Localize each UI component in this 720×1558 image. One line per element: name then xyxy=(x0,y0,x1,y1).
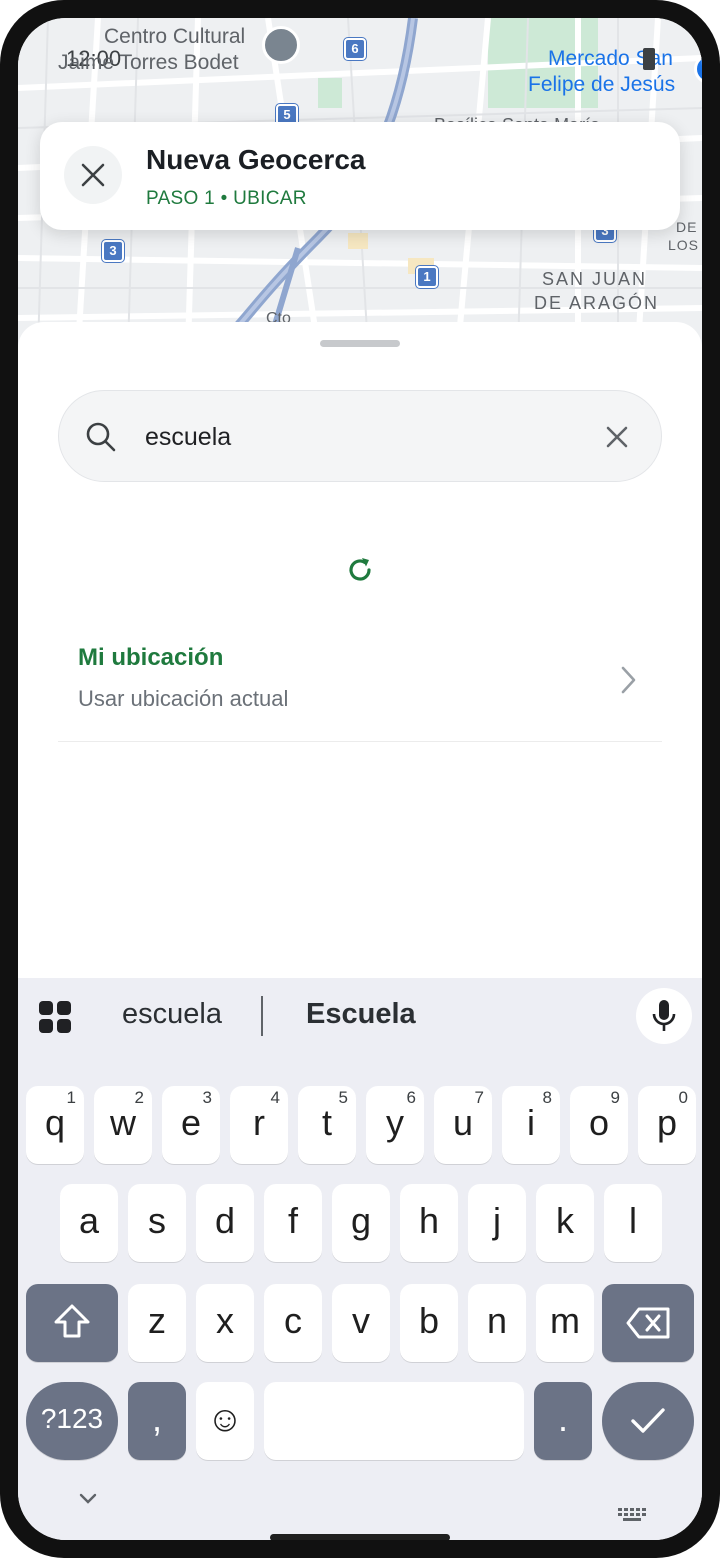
key-t[interactable]: t5 xyxy=(298,1086,356,1164)
key-hint: 4 xyxy=(270,1088,280,1107)
clear-search-button[interactable] xyxy=(599,419,635,455)
backspace-icon xyxy=(626,1307,670,1339)
suggestion-item[interactable]: Escuela xyxy=(306,998,416,1031)
key-hint: 2 xyxy=(134,1088,144,1107)
key-z[interactable]: z xyxy=(128,1284,186,1362)
key-b[interactable]: b xyxy=(400,1284,458,1362)
home-indicator[interactable] xyxy=(270,1534,450,1540)
key-v[interactable]: v xyxy=(332,1284,390,1362)
microphone-icon xyxy=(652,1000,676,1031)
key-l[interactable]: l xyxy=(604,1184,662,1262)
key-hint: 1 xyxy=(66,1088,76,1107)
key-g[interactable]: g xyxy=(332,1184,390,1262)
done-key[interactable] xyxy=(602,1382,694,1460)
keyboard-switch-icon[interactable] xyxy=(618,1508,646,1522)
my-location-subtitle: Usar ubicación actual xyxy=(78,686,289,711)
key-r[interactable]: r4 xyxy=(230,1086,288,1164)
suggestion-divider xyxy=(261,996,263,1036)
key-j[interactable]: j xyxy=(468,1184,526,1262)
key-hint: 9 xyxy=(610,1088,620,1107)
key-m[interactable]: m xyxy=(536,1284,594,1362)
apps-grid-icon[interactable] xyxy=(38,1000,72,1034)
key-label: e xyxy=(180,1102,202,1143)
key-k[interactable]: k xyxy=(536,1184,594,1262)
on-screen-keyboard: escuela Escuela ?123 , ☺ . q 1 w 2 e 3 r… xyxy=(18,978,702,1540)
route-badge: 3 xyxy=(102,240,124,262)
key-h[interactable]: h xyxy=(400,1184,458,1262)
close-icon xyxy=(81,163,105,187)
key-w[interactable]: w2 xyxy=(94,1086,152,1164)
my-location-title: Mi ubicación xyxy=(78,644,224,671)
search-bar[interactable] xyxy=(58,390,662,482)
key-label: w xyxy=(110,1102,136,1143)
key-label: u xyxy=(452,1102,474,1143)
key-c[interactable]: c xyxy=(264,1284,322,1362)
shift-key[interactable] xyxy=(26,1284,118,1362)
key-u[interactable]: u7 xyxy=(434,1086,492,1164)
key-y[interactable]: y6 xyxy=(366,1086,424,1164)
refresh-icon xyxy=(349,558,371,581)
key-d[interactable]: d xyxy=(196,1184,254,1262)
close-icon xyxy=(606,426,628,448)
key-s[interactable]: s xyxy=(128,1184,186,1262)
symbols-key[interactable]: ?123 xyxy=(26,1382,118,1460)
key-f[interactable]: f xyxy=(264,1184,322,1262)
key-label: r xyxy=(253,1102,265,1143)
device-frame: 12:00 Centro Cultural Jaime Torres Bodet… xyxy=(0,0,720,1558)
map-label-mercado-2: Felipe de Jesús xyxy=(528,73,676,96)
chevron-right-icon xyxy=(621,666,636,694)
school-poi-icon[interactable] xyxy=(262,26,300,64)
key-hint: 0 xyxy=(678,1088,688,1107)
emoji-key[interactable]: ☺ xyxy=(196,1382,254,1460)
backspace-key[interactable] xyxy=(602,1284,694,1362)
map-label-san-juan: SAN JUAN xyxy=(542,269,648,289)
map-label-aragon: DE ARAGÓN xyxy=(534,293,660,313)
key-label: y xyxy=(386,1102,404,1143)
hide-keyboard-chevron-icon[interactable] xyxy=(78,1492,98,1506)
checkmark-icon xyxy=(631,1408,665,1433)
key-label: p xyxy=(656,1102,678,1143)
key-label: i xyxy=(527,1102,535,1143)
voice-input-button[interactable] xyxy=(636,988,692,1044)
comma-key[interactable]: , xyxy=(128,1382,186,1460)
shift-arrow-icon xyxy=(54,1304,90,1338)
search-icon xyxy=(86,422,116,452)
my-location-option[interactable]: Mi ubicación Usar ubicación actual xyxy=(58,622,662,742)
key-e[interactable]: e3 xyxy=(162,1086,220,1164)
search-input[interactable] xyxy=(145,415,585,459)
suggestion-bar: escuela Escuela xyxy=(18,978,702,1058)
period-key[interactable]: . xyxy=(534,1382,592,1460)
map-label-centro: Centro Cultural xyxy=(104,25,246,48)
key-hint: 8 xyxy=(542,1088,552,1107)
key-o[interactable]: o9 xyxy=(570,1086,628,1164)
step-indicator: PASO 1 • UBICAR xyxy=(146,188,307,209)
map-label-centro-2: Jaime Torres Bodet xyxy=(58,51,239,74)
key-a[interactable]: a xyxy=(60,1184,118,1262)
key-label: t xyxy=(321,1102,332,1143)
route-badge: 6 xyxy=(344,38,366,60)
close-button[interactable] xyxy=(64,146,122,204)
key-hint: 5 xyxy=(338,1088,348,1107)
suggestion-item[interactable]: escuela xyxy=(122,998,222,1031)
key-p[interactable]: p0 xyxy=(638,1086,696,1164)
key-hint: 6 xyxy=(406,1088,416,1107)
key-x[interactable]: x xyxy=(196,1284,254,1362)
page-title: Nueva Geocerca xyxy=(146,144,366,175)
key-n[interactable]: n xyxy=(468,1284,526,1362)
map-label-los: LOS xyxy=(668,237,700,253)
space-key[interactable] xyxy=(264,1382,524,1460)
key-label: o xyxy=(588,1102,610,1143)
key-label: q xyxy=(44,1102,66,1143)
header-card: Nueva Geocerca PASO 1 • UBICAR xyxy=(40,122,680,230)
key-hint: 3 xyxy=(202,1088,212,1107)
key-q[interactable]: q1 xyxy=(26,1086,84,1164)
key-hint: 7 xyxy=(474,1088,484,1107)
battery-icon xyxy=(643,48,655,70)
route-badge: 1 xyxy=(416,266,438,288)
key-i[interactable]: i8 xyxy=(502,1086,560,1164)
screen: 12:00 Centro Cultural Jaime Torres Bodet… xyxy=(18,18,702,1540)
bottom-sheet: Mi ubicación Usar ubicación actual xyxy=(18,322,702,1022)
sheet-drag-handle[interactable] xyxy=(320,340,400,347)
